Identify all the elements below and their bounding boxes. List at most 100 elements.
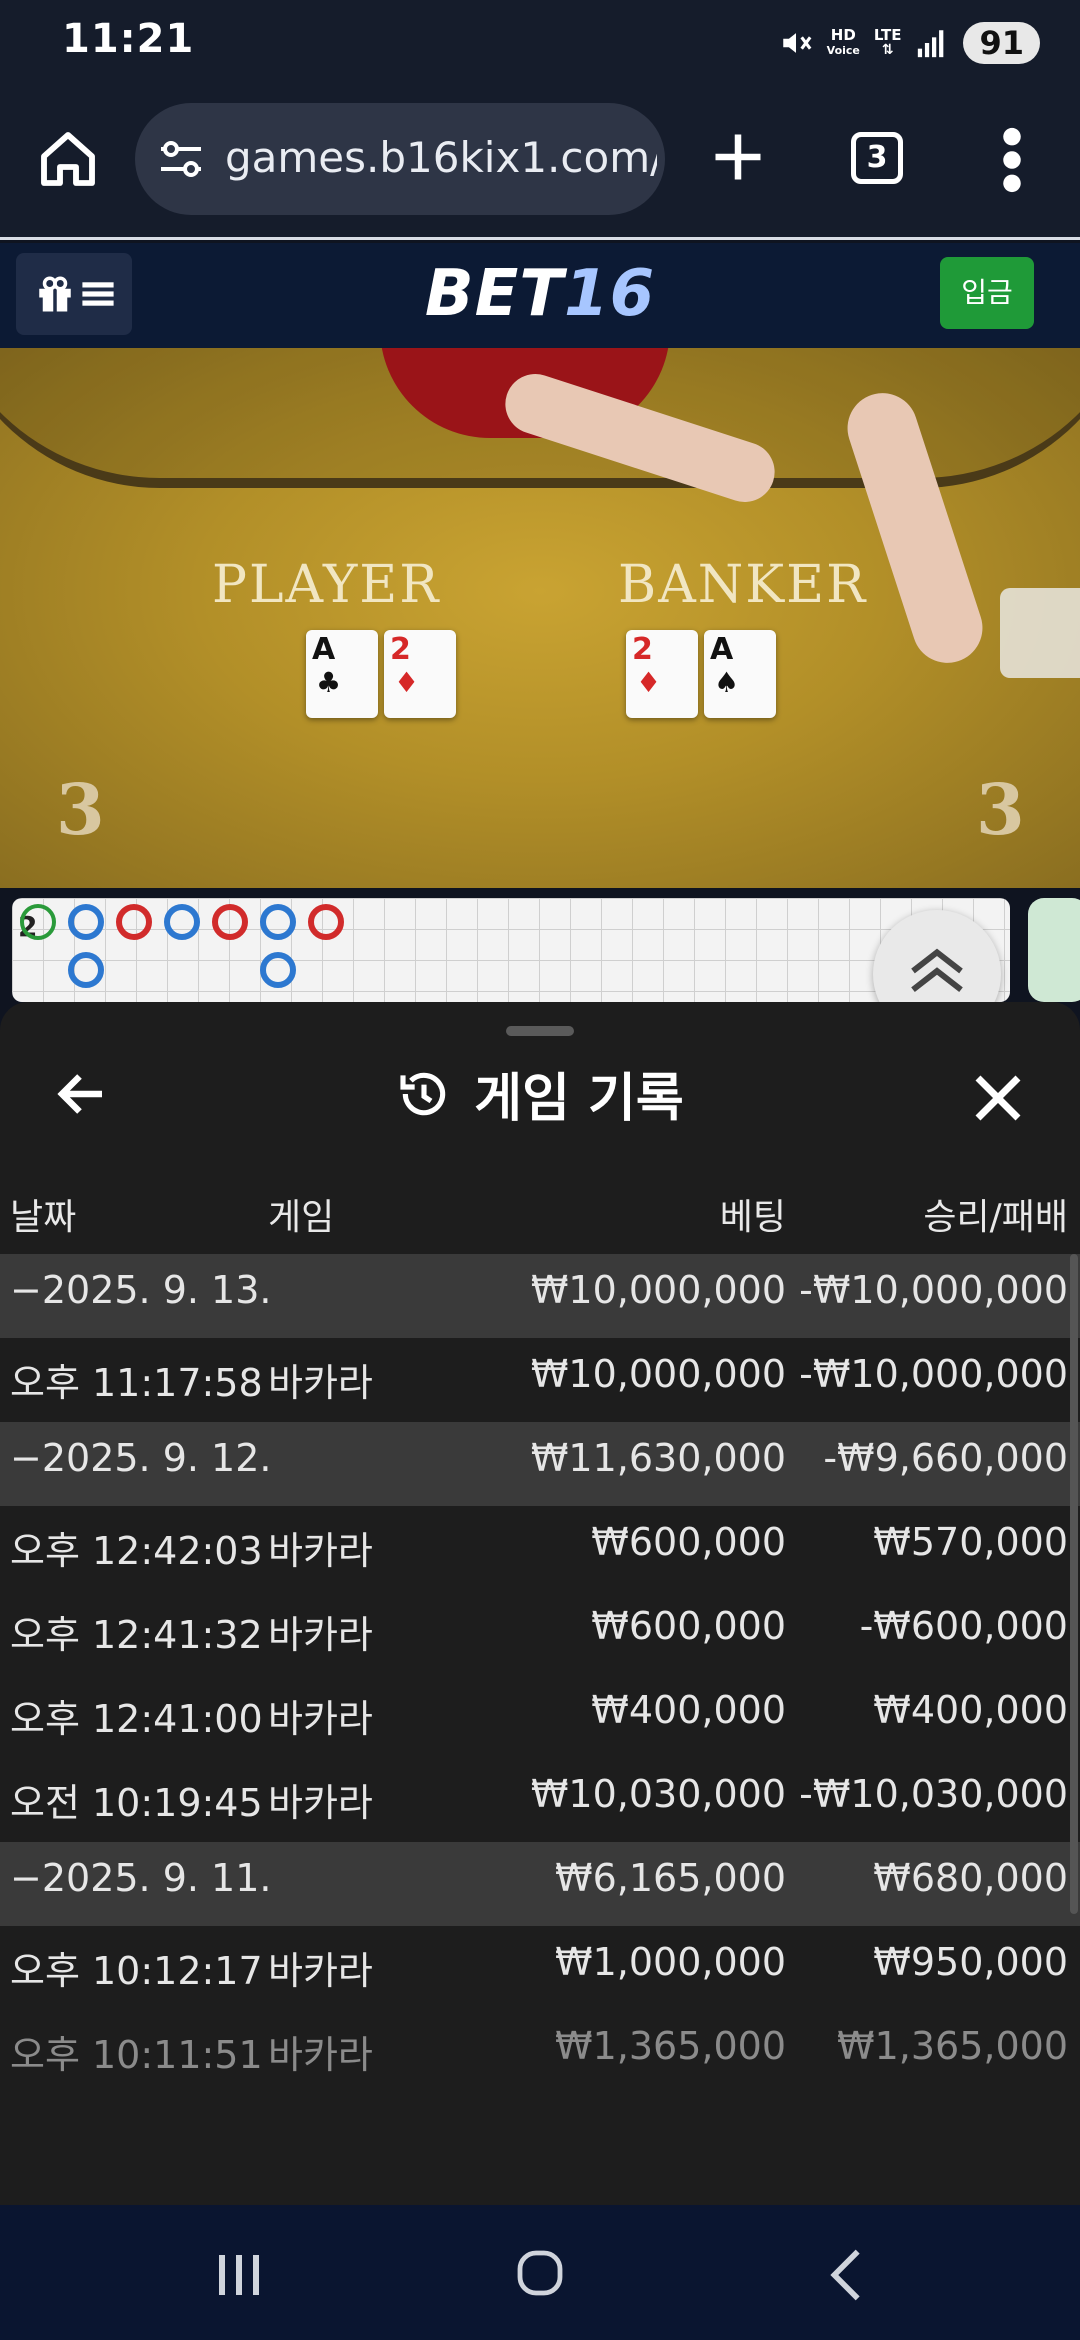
deposit-button[interactable]: 입금 (940, 257, 1034, 329)
card-suit: ♠ (714, 666, 740, 699)
cell-bet: ₩1,000,000 (555, 1940, 786, 1984)
cell-game: 바카라 (268, 2033, 373, 2077)
playing-card: A ♣ (306, 630, 378, 718)
system-nav-bar (0, 2205, 1080, 2340)
cell-result: ₩950,000 (873, 1940, 1068, 1984)
col-game[interactable]: 게임 (268, 1188, 334, 1240)
road-marker (308, 904, 344, 940)
new-tab-icon[interactable] (708, 127, 768, 187)
road-marker (116, 904, 152, 940)
side-road-chip[interactable] (1028, 898, 1080, 1002)
cell-date: −2025. 9. 13. (10, 1268, 272, 1312)
cell-bet: ₩10,000,000 (530, 1268, 786, 1312)
cell-bet: ₩600,000 (591, 1520, 786, 1564)
home-nav-icon[interactable] (516, 2249, 564, 2297)
date-group-row[interactable]: −2025. 9. 11. ₩6,165,000 ₩680,000 (0, 1842, 1080, 1926)
history-table: −2025. 9. 13. ₩10,000,000 -₩10,000,000 오후 1… (0, 1254, 1080, 2094)
playing-card: 2 ♦ (626, 630, 698, 718)
cell-result: ₩400,000 (873, 1688, 1068, 1732)
cell-game: 바카라 (268, 1613, 373, 1657)
cell-result: ₩1,365,000 (837, 2024, 1068, 2068)
table-row[interactable]: 오후 10:12:17 바카라 ₩1,000,000 ₩950,000 (0, 1926, 1080, 2010)
player-label: PLAYER (212, 555, 441, 615)
road-marker (164, 904, 200, 940)
cell-bet: ₩1,365,000 (555, 2024, 786, 2068)
chevron-up-icon (911, 948, 963, 992)
game-history-panel: 게임 기록 날짜 게임 베팅 승리/패배 −2025. 9. 13. ₩10,00… (0, 1002, 1080, 2205)
hd-voice-badge: HD Voice (827, 28, 860, 58)
url-text[interactable]: games.b16kix1.com/l (225, 133, 657, 182)
browser-toolbar: games.b16kix1.com/l 3 (0, 85, 1080, 240)
col-date[interactable]: 날짜 (10, 1188, 76, 1240)
status-bar: 11:21 HD Voice LTE ⇅ 91 (0, 0, 1080, 85)
bead-road[interactable]: 2 (12, 898, 1010, 1002)
banker-score: 3 (976, 768, 1025, 851)
back-nav-icon[interactable] (826, 2247, 866, 2303)
cell-bet: ₩400,000 (591, 1688, 786, 1732)
table-row[interactable]: 오후 11:17:58 바카라 ₩10,000,000 -₩10,000,000 (0, 1338, 1080, 1422)
cell-date: 오후 10:12:17 (10, 1949, 263, 1993)
card-shoe (1000, 588, 1080, 678)
battery-indicator: 91 (963, 22, 1040, 64)
data-arrows-icon: ⇅ (881, 42, 894, 58)
card-rank: 2 (390, 632, 411, 667)
table-row[interactable]: 오전 10:19:45 바카라 ₩10,030,000 -₩10,030,000 (0, 1758, 1080, 1842)
cell-bet: ₩11,630,000 (530, 1436, 786, 1480)
cell-game: 바카라 (268, 1529, 373, 1573)
screen: 11:21 HD Voice LTE ⇅ 91 games.b16kix1.co… (0, 0, 1080, 2340)
close-icon[interactable] (968, 1068, 1028, 1128)
cell-game: 바카라 (268, 1361, 373, 1405)
tab-switcher-button[interactable]: 3 (851, 132, 903, 184)
history-icon (400, 1072, 446, 1115)
table-row[interactable]: 오후 12:41:32 바카라 ₩600,000 -₩600,000 (0, 1590, 1080, 1674)
cell-bet: ₩10,030,000 (530, 1772, 786, 1816)
lte-label: LTE (873, 26, 902, 44)
cell-result: ₩570,000 (873, 1520, 1068, 1564)
mute-icon (782, 33, 812, 53)
cell-date: 오전 10:19:45 (10, 1781, 263, 1825)
cell-game: 바카라 (268, 1949, 373, 1993)
table-row[interactable]: 오후 12:42:03 바카라 ₩600,000 ₩570,000 (0, 1506, 1080, 1590)
lte-badge: LTE ⇅ (874, 28, 902, 58)
cell-date: 오후 12:42:03 (10, 1529, 263, 1573)
date-group-row[interactable]: −2025. 9. 12. ₩11,630,000 -₩9,660,000 (0, 1422, 1080, 1506)
logo-text-bet: BET (424, 257, 565, 331)
cell-game: 바카라 (268, 1697, 373, 1741)
card-rank: 2 (632, 632, 653, 667)
table-row[interactable]: 오후 10:11:51 바카라 ₩1,365,000 ₩1,365,000 (0, 2010, 1080, 2094)
cell-date: 오후 10:11:51 (10, 2033, 263, 2077)
cell-bet: ₩600,000 (591, 1604, 786, 1648)
road-marker (260, 952, 296, 988)
panel-title-text: 게임 기록 (474, 1069, 684, 1129)
col-bet[interactable]: 베팅 (720, 1188, 786, 1240)
cell-result: -₩10,030,000 (799, 1772, 1068, 1816)
table-row[interactable]: 오후 12:41:00 바카라 ₩400,000 ₩400,000 (0, 1674, 1080, 1758)
card-suit: ♣ (316, 666, 342, 699)
recent-apps-icon[interactable] (214, 2253, 264, 2297)
banker-label: BANKER (618, 555, 868, 615)
road-marker (20, 904, 56, 940)
scrollbar[interactable] (1070, 1254, 1078, 1914)
cell-date: −2025. 9. 11. (10, 1856, 272, 1900)
col-result[interactable]: 승리/패배 (923, 1188, 1068, 1240)
cell-game: 바카라 (268, 1781, 373, 1825)
date-group-row[interactable]: −2025. 9. 13. ₩10,000,000 -₩10,000,000 (0, 1254, 1080, 1338)
site-logo[interactable]: BET16 (0, 257, 1080, 331)
card-rank: A (312, 632, 336, 667)
playing-card: A ♠ (704, 630, 776, 718)
cell-result: ₩680,000 (873, 1856, 1068, 1900)
cell-bet: ₩10,000,000 (530, 1352, 786, 1396)
road-marker (260, 904, 296, 940)
site-settings-icon[interactable] (157, 137, 205, 181)
cell-result: -₩600,000 (859, 1604, 1068, 1648)
home-icon[interactable] (36, 127, 100, 191)
signal-icon (918, 30, 944, 58)
drag-handle[interactable] (506, 1026, 574, 1036)
cell-date: −2025. 9. 12. (10, 1436, 272, 1480)
cell-date: 오후 12:41:32 (10, 1613, 263, 1657)
cell-bet: ₩6,165,000 (555, 1856, 786, 1900)
address-bar[interactable]: games.b16kix1.com/l (135, 103, 665, 215)
live-video-feed: PLAYER BANKER A ♣ 2 ♦ 2 ♦ A ♠ 3 3 (0, 348, 1080, 888)
road-marker (68, 904, 104, 940)
more-menu-icon[interactable] (1000, 125, 1024, 195)
